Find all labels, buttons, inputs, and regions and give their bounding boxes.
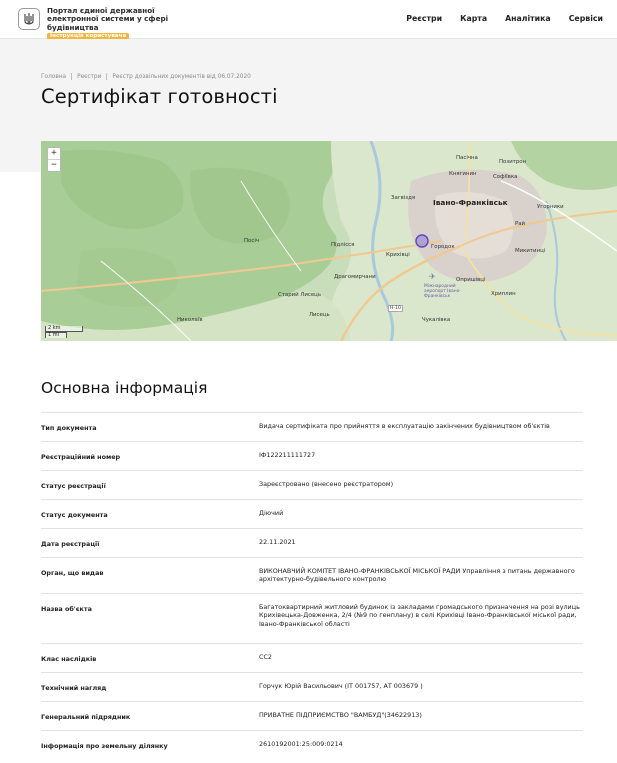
table-row: Інформація про земельну ділянку 26101920…: [41, 730, 583, 759]
row-value: Багатоквартирний житловий будинок із зак…: [259, 603, 580, 628]
row-label: Інформація про земельну ділянку: [41, 742, 168, 750]
page-title: Сертифікат готовності: [41, 85, 278, 108]
section-title: Основна інформація: [41, 379, 208, 397]
breadcrumb-divider: [106, 73, 108, 80]
row-value: Зареєстровано (внесено реєстратором): [259, 480, 394, 488]
row-label: Статус реєстрації: [41, 482, 106, 490]
row-label: Технічний нагляд: [41, 684, 107, 692]
table-row: Клас наслідків СС2: [41, 643, 583, 672]
breadcrumb: Головна Реєстри Реєстр дозвільних докуме…: [41, 73, 251, 80]
table-row: Назва об'єкта Багатоквартирний житловий …: [41, 593, 583, 643]
location-map[interactable]: ✈ Івано-Франківськ Пасічна Позитрон Княг…: [41, 141, 617, 341]
row-value: 22.11.2021: [259, 538, 296, 546]
row-label: Статус документа: [41, 511, 108, 519]
portal-name[interactable]: Портал єдиної державної електронної сист…: [47, 6, 177, 41]
row-value: Видача сертифіката про прийняття в експл…: [259, 422, 550, 430]
zoom-in-button[interactable]: +: [48, 148, 60, 159]
location-marker-icon: [415, 234, 429, 248]
row-label: Генеральний підрядник: [41, 713, 131, 721]
zoom-out-button[interactable]: −: [48, 159, 60, 171]
table-row: Технічний нагляд Горчук Юрій Васильович …: [41, 672, 583, 701]
row-value: 2610192001:25:009:0214: [259, 740, 343, 748]
map-canvas[interactable]: ✈: [41, 141, 617, 341]
table-row: Дата реєстрації 22.11.2021: [41, 528, 583, 557]
row-label: Клас наслідків: [41, 655, 97, 663]
zoom-control: + −: [47, 147, 61, 172]
row-label: Тип документа: [41, 424, 97, 432]
row-value: ВИКОНАВЧИЙ КОМІТЕТ ІВАНО-ФРАНКІВСЬКОЇ МІ…: [259, 567, 575, 584]
nav-map[interactable]: Карта: [460, 14, 487, 23]
brand-line-3: будівництва: [47, 22, 99, 32]
table-row: Тип документа Видача сертифіката про при…: [41, 412, 583, 441]
row-value: Горчук Юрій Васильович (ІТ 001757, АТ 00…: [259, 682, 423, 690]
breadcrumb-current[interactable]: Реєстр дозвільних документів від 06.07.2…: [112, 74, 250, 80]
row-label: Назва об'єкта: [41, 605, 92, 613]
table-row: Статус реєстрації Зареєстровано (внесено…: [41, 470, 583, 499]
nav-services[interactable]: Сервіси: [569, 14, 603, 23]
map-scale: 2 km 1 mi: [45, 326, 83, 338]
nav-registries[interactable]: Реєстри: [406, 14, 442, 23]
row-label: Дата реєстрації: [41, 540, 100, 548]
table-row: Реєстраційний номер ІФ122211111727: [41, 441, 583, 470]
site-header: Портал єдиної державної електронної сист…: [0, 0, 617, 41]
scale-mi: 1 mi: [45, 332, 67, 338]
breadcrumb-home[interactable]: Головна: [41, 74, 66, 80]
breadcrumb-registries[interactable]: Реєстри: [77, 74, 101, 80]
breadcrumb-divider: [71, 73, 73, 80]
row-value: Діючий: [259, 509, 284, 517]
table-row: Орган, що видав ВИКОНАВЧИЙ КОМІТЕТ ІВАНО…: [41, 557, 583, 593]
row-value: СС2: [259, 653, 272, 661]
table-row: Генеральний підрядник ПРИВАТНЕ ПІДПРИЄМС…: [41, 701, 583, 730]
row-label: Орган, що видав: [41, 569, 104, 577]
airport-icon: ✈: [429, 272, 436, 281]
table-row: Статус документа Діючий: [41, 499, 583, 528]
trident-logo-icon[interactable]: [18, 8, 40, 30]
main-nav: Реєстри Карта Аналітика Сервіси: [388, 14, 603, 23]
nav-analytics[interactable]: Аналітика: [505, 14, 551, 23]
row-label: Реєстраційний номер: [41, 453, 121, 461]
row-value: ПРИВАТНЕ ПІДПРИЄМСТВО "ВАМБУД"(34622913): [259, 711, 422, 719]
row-value: ІФ122211111727: [259, 451, 316, 459]
